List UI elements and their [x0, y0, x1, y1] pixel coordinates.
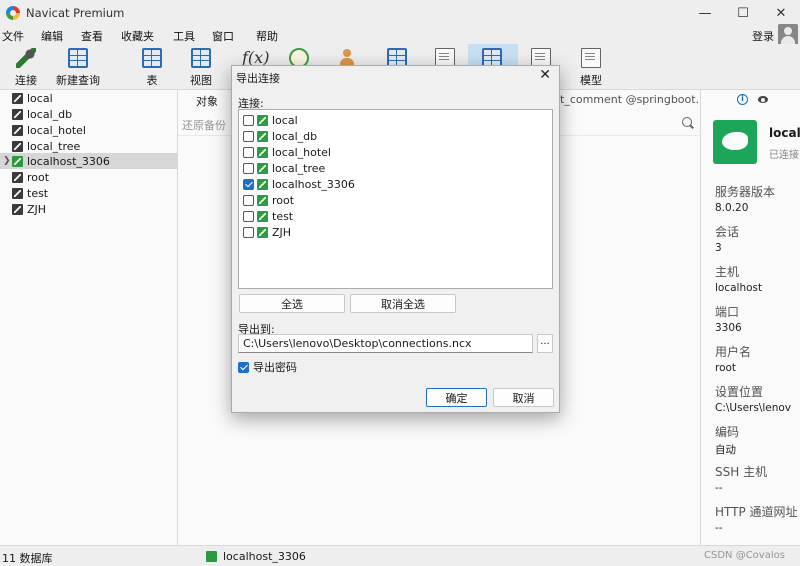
connection-icon	[257, 162, 268, 174]
connection-icon	[257, 146, 268, 158]
connection-icon	[257, 178, 268, 190]
checkbox[interactable]	[243, 226, 254, 238]
list-item-label: local_hotel	[272, 145, 331, 159]
export-path-field[interactable]: C:\Users\lenovo\Desktop\connections.ncx	[238, 334, 533, 353]
checkbox[interactable]	[243, 130, 254, 142]
list-item-label: ZJH	[272, 225, 292, 239]
list-item[interactable]: test	[243, 208, 293, 224]
connection-icon	[257, 210, 268, 222]
list-item[interactable]: local_tree	[243, 160, 325, 176]
cancel-button[interactable]: 取消	[493, 388, 554, 407]
list-item[interactable]: local	[243, 112, 298, 128]
export-connections-dialog: 导出连接 ✕ 连接: local local_db local_hotel lo…	[231, 65, 560, 413]
connection-icon	[257, 130, 268, 142]
browse-button[interactable]: ...	[537, 334, 553, 353]
connection-icon	[257, 114, 268, 126]
list-item-label: local	[272, 113, 298, 127]
select-all-button[interactable]: 全选	[239, 294, 345, 313]
list-item-label: root	[272, 193, 295, 207]
checkbox-checked[interactable]	[238, 361, 249, 373]
dialog-title: 导出连接	[236, 72, 280, 85]
export-password-option[interactable]: 导出密码	[238, 359, 297, 375]
checkbox-checked[interactable]	[243, 178, 254, 190]
checkbox[interactable]	[243, 210, 254, 222]
list-item[interactable]: local_db	[243, 128, 317, 144]
list-item-label: local_tree	[272, 161, 326, 175]
list-item[interactable]: root	[243, 192, 294, 208]
checkbox[interactable]	[243, 162, 254, 174]
deselect-all-button[interactable]: 取消全选	[350, 294, 456, 313]
list-item-label: localhost_3306	[272, 177, 355, 191]
checkbox[interactable]	[243, 146, 254, 158]
list-item-label: test	[272, 209, 294, 223]
connection-icon	[257, 194, 268, 206]
list-item[interactable]: localhost_3306	[243, 176, 355, 192]
export-password-label: 导出密码	[253, 361, 297, 374]
list-item[interactable]: ZJH	[243, 224, 291, 240]
checkbox[interactable]	[243, 194, 254, 206]
close-icon[interactable]: ✕	[539, 67, 551, 83]
connection-checklist: local local_db local_hotel local_tree lo…	[238, 109, 553, 289]
ok-button[interactable]: 确定	[426, 388, 487, 407]
checkbox[interactable]	[243, 114, 254, 126]
list-item-label: local_db	[272, 129, 318, 143]
list-item[interactable]: local_hotel	[243, 144, 331, 160]
connection-icon	[257, 226, 268, 238]
